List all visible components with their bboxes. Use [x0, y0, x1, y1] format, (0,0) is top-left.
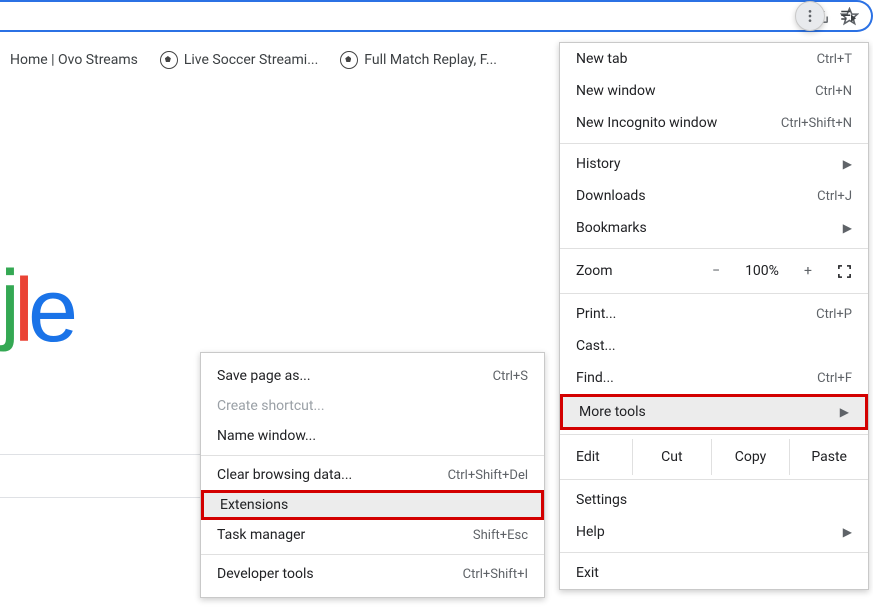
- edit-cut[interactable]: Cut: [632, 439, 711, 475]
- menu-new-incognito[interactable]: New Incognito window Ctrl+Shift+N: [560, 107, 868, 139]
- google-logo-fragment: j l e: [0, 260, 72, 363]
- menu-separator: [201, 455, 544, 456]
- edit-paste[interactable]: Paste: [789, 439, 868, 475]
- more-tools-submenu: Save page as... Ctrl+S Create shortcut..…: [200, 352, 545, 598]
- bookmark-item[interactable]: Live Soccer Streami...: [160, 51, 318, 69]
- bookmarks-bar: Home | Ovo Streams Live Soccer Streami..…: [0, 46, 497, 74]
- zoom-out-button[interactable]: −: [701, 263, 731, 279]
- submenu-clear-data[interactable]: Clear browsing data... Ctrl+Shift+Del: [201, 460, 544, 490]
- bookmark-label: Home | Ovo Streams: [10, 52, 138, 68]
- address-bar[interactable]: [0, 0, 873, 32]
- soccer-ball-icon: [340, 51, 358, 69]
- submenu-create-shortcut: Create shortcut...: [201, 391, 544, 421]
- menu-print[interactable]: Print... Ctrl+P: [560, 298, 868, 330]
- menu-separator: [560, 248, 868, 249]
- menu-more-tools[interactable]: More tools ▶: [560, 394, 868, 430]
- chrome-menu-button[interactable]: [795, 1, 825, 31]
- menu-settings[interactable]: Settings: [560, 484, 868, 516]
- menu-zoom: Zoom − 100% +: [560, 253, 868, 289]
- menu-separator: [560, 434, 868, 435]
- soccer-ball-icon: [160, 51, 178, 69]
- menu-separator: [560, 479, 868, 480]
- menu-bookmarks[interactable]: Bookmarks ▶: [560, 212, 868, 244]
- bookmark-item[interactable]: Home | Ovo Streams: [10, 52, 138, 68]
- fullscreen-icon[interactable]: [837, 264, 852, 279]
- search-box-fragment[interactable]: [0, 454, 200, 498]
- menu-downloads[interactable]: Downloads Ctrl+J: [560, 180, 868, 212]
- menu-separator: [201, 554, 544, 555]
- menu-edit: Edit Cut Copy Paste: [560, 439, 868, 475]
- submenu-extensions[interactable]: Extensions: [201, 490, 544, 520]
- menu-separator: [560, 143, 868, 144]
- chevron-right-icon: ▶: [840, 405, 849, 419]
- bookmark-label: Full Match Replay, F...: [364, 52, 497, 68]
- menu-separator: [560, 552, 868, 553]
- menu-separator: [560, 293, 868, 294]
- menu-cast[interactable]: Cast...: [560, 330, 868, 362]
- chevron-right-icon: ▶: [843, 525, 852, 539]
- bookmark-label: Live Soccer Streami...: [184, 52, 318, 68]
- submenu-save-page[interactable]: Save page as... Ctrl+S: [201, 361, 544, 391]
- zoom-level: 100%: [737, 263, 787, 279]
- zoom-in-button[interactable]: +: [793, 263, 823, 279]
- toolbar-right: [789, 0, 873, 32]
- chevron-right-icon: ▶: [843, 157, 852, 171]
- submenu-dev-tools[interactable]: Developer tools Ctrl+Shift+I: [201, 559, 544, 589]
- menu-new-window[interactable]: New window Ctrl+N: [560, 75, 868, 107]
- chevron-right-icon: ▶: [843, 221, 852, 235]
- menu-exit[interactable]: Exit: [560, 557, 868, 589]
- submenu-task-manager[interactable]: Task manager Shift+Esc: [201, 520, 544, 550]
- menu-find[interactable]: Find... Ctrl+F: [560, 362, 868, 394]
- reading-list-icon[interactable]: [833, 1, 863, 31]
- submenu-name-window[interactable]: Name window...: [201, 421, 544, 451]
- menu-new-tab[interactable]: New tab Ctrl+T: [560, 43, 868, 75]
- chrome-main-menu: New tab Ctrl+T New window Ctrl+N New Inc…: [559, 42, 869, 590]
- edit-copy[interactable]: Copy: [711, 439, 790, 475]
- menu-help[interactable]: Help ▶: [560, 516, 868, 548]
- menu-history[interactable]: History ▶: [560, 148, 868, 180]
- bookmark-item[interactable]: Full Match Replay, F...: [340, 51, 497, 69]
